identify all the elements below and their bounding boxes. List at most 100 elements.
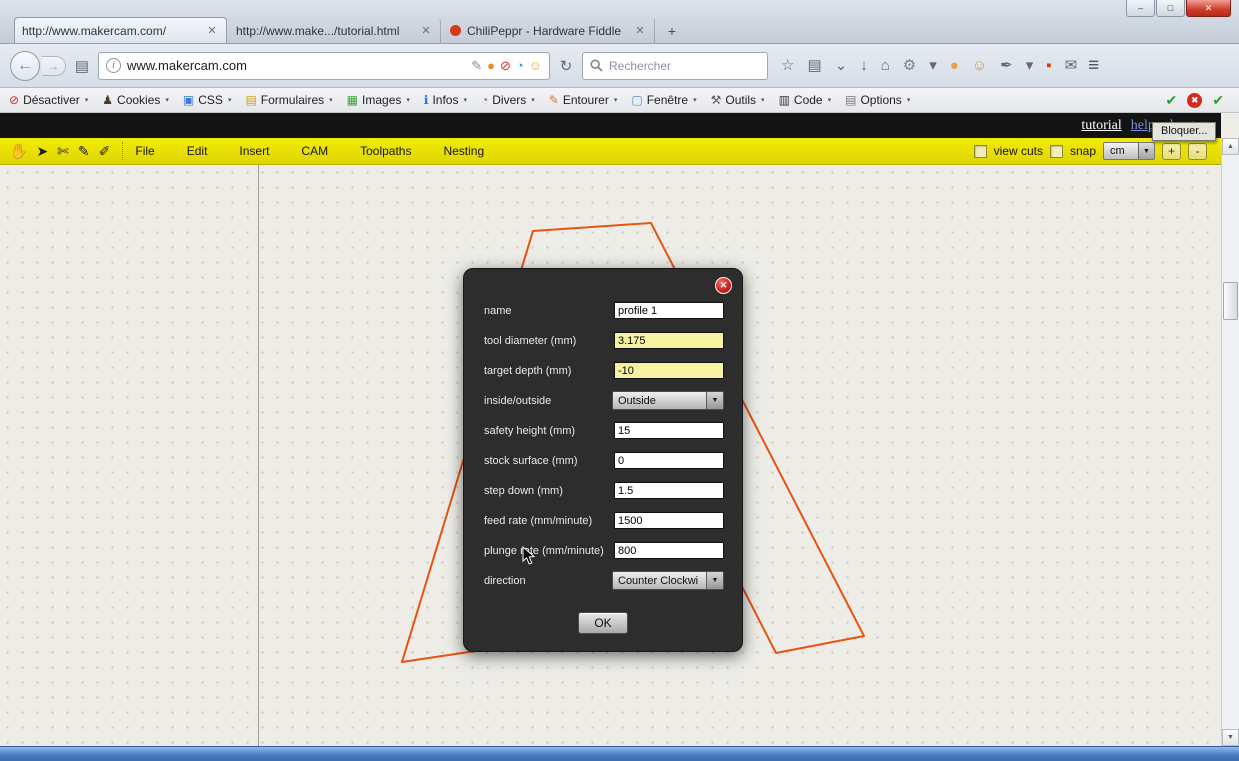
addon-teal-swirl-icon[interactable]: ◔ — [516, 59, 524, 72]
tab-close-icon[interactable]: ✕ — [205, 24, 219, 38]
bookmark-star-icon[interactable]: ☆ — [781, 58, 794, 73]
zoom-out-button[interactable]: - — [1188, 143, 1207, 160]
field-input-feed-rate-mm-minute-[interactable] — [614, 512, 724, 529]
ok-button[interactable]: OK — [578, 612, 628, 634]
dev-menu-entourer[interactable]: ✎Entourer — [549, 93, 618, 107]
field-input-safety-height-mm-[interactable] — [614, 422, 724, 439]
menu-cam[interactable]: CAM — [301, 144, 328, 158]
blocker-tooltip[interactable]: Bloquer... — [1152, 122, 1216, 141]
browser-tab[interactable]: ChiliPeppr - Hardware Fiddle✕ — [442, 17, 655, 43]
menu-file[interactable]: File — [135, 144, 154, 158]
dev-menu-fenêtre[interactable]: ▢Fenêtre — [631, 93, 696, 107]
downloads-icon[interactable]: ↓ — [860, 58, 868, 73]
field-input-tool-diameter-mm-[interactable] — [614, 332, 724, 349]
addon-red-square-icon[interactable]: ▪ — [1046, 58, 1051, 73]
menu-nesting[interactable]: Nesting — [443, 144, 484, 158]
toolbar-icons: ☆ ▤ ⌄ ↓ ⌂ ⚙ ▾ ● ☺ ✒ ▾ ▪ ✉ — [781, 58, 1081, 73]
scroll-up-icon[interactable]: ▲ — [1222, 138, 1239, 155]
dropdown-caret2-icon[interactable]: ▾ — [1026, 58, 1034, 73]
drawing-canvas[interactable]: ✕ nametool diameter (mm)target depth (mm… — [0, 165, 1221, 746]
menu-toolpaths[interactable]: Toolpaths — [360, 144, 411, 158]
addon-smiley-icon[interactable]: ☺ — [529, 59, 542, 72]
cut-tool-icon[interactable]: ✄ — [57, 144, 69, 158]
dev-menu-désactiver[interactable]: ⊘Désactiver — [9, 93, 88, 107]
dialog-row: tool diameter (mm) — [484, 330, 724, 351]
field-select-direction[interactable]: Counter Clockwi▼ — [612, 571, 724, 590]
disable-icon: ⊘ — [9, 94, 19, 106]
mail-icon[interactable]: ✉ — [1065, 58, 1078, 73]
site-info-icon[interactable]: i — [106, 58, 121, 73]
dev-menu-formulaires[interactable]: ▤Formulaires — [245, 93, 332, 107]
vertical-scrollbar[interactable]: ▲ ▼ — [1221, 138, 1239, 746]
forward-button[interactable]: → — [42, 56, 66, 76]
dev-menu-code[interactable]: ▥Code — [779, 93, 832, 107]
dropdown-caret-icon[interactable]: ▾ — [929, 58, 937, 73]
pocket-icon[interactable]: ⌄ — [835, 58, 848, 73]
snap-checkbox[interactable] — [1050, 145, 1063, 158]
site-link-tutorial[interactable]: tutorial — [1081, 118, 1121, 134]
home-icon[interactable]: ⌂ — [881, 58, 890, 73]
field-input-step-down-mm-[interactable] — [614, 482, 724, 499]
pan-hand-tool-icon[interactable]: ✋ — [10, 144, 27, 158]
dev-menu-divers[interactable]: ◔Divers — [481, 93, 535, 107]
edit-pageaction-icon[interactable]: ✎ — [471, 59, 482, 72]
webdeveloper-menus: ⊘Désactiver ♟Cookies ▣CSS ▤Formulaires ▦Imag… — [9, 93, 910, 107]
addon-orange-circle-icon[interactable]: ● — [950, 58, 959, 73]
validation-status-icons: ✔ ✖ ✔ — [1166, 92, 1230, 109]
addon-orange-dot-icon[interactable]: ● — [487, 59, 495, 72]
view-cuts-checkbox[interactable] — [974, 145, 987, 158]
menu-insert[interactable]: Insert — [239, 144, 269, 158]
dialog-close-button[interactable]: ✕ — [715, 277, 732, 294]
dev-menu-outils[interactable]: ⚒Outils — [711, 93, 765, 107]
menu-edit[interactable]: Edit — [187, 144, 208, 158]
field-input-target-depth-mm-[interactable] — [614, 362, 724, 379]
adblock-icon[interactable]: ⊘ — [500, 59, 511, 72]
misc-icon: ◔ — [481, 94, 488, 106]
field-select-inside-outside[interactable]: Outside▼ — [612, 391, 724, 410]
minimize-button[interactable]: – — [1126, 0, 1155, 17]
valid-check-icon[interactable]: ✔ — [1166, 92, 1178, 109]
field-input-plunge-rate-mm-minute-[interactable] — [614, 542, 724, 559]
new-tab-button[interactable]: + — [659, 21, 685, 41]
node-edit-tool-icon[interactable]: ✐ — [99, 144, 111, 158]
maximize-button[interactable]: □ — [1156, 0, 1185, 17]
tab-close-icon[interactable]: ✕ — [633, 24, 647, 38]
dev-menu-cookies[interactable]: ♟Cookies — [102, 93, 169, 107]
close-window-button[interactable]: ✕ — [1186, 0, 1231, 17]
dev-menu-css[interactable]: ▣CSS — [183, 93, 232, 107]
reload-icon[interactable]: ↻ — [557, 57, 575, 75]
page-actions-icon[interactable]: ▤ — [73, 57, 91, 75]
dev-menu-images[interactable]: ▦Images — [347, 93, 410, 107]
url-text[interactable]: www.makercam.com — [127, 58, 465, 73]
tab-close-icon[interactable]: ✕ — [419, 24, 433, 38]
window-controls: – □ ✕ — [1125, 0, 1231, 17]
url-bar[interactable]: i www.makercam.com ✎ ● ⊘ ◔ ☺ — [98, 52, 550, 80]
zoom-in-button[interactable]: + — [1162, 143, 1181, 160]
browser-tab[interactable]: http://www.make.../tutorial.html✕ — [228, 17, 441, 43]
field-label: stock surface (mm) — [484, 455, 614, 467]
select-arrow-tool-icon[interactable]: ➤ — [36, 144, 48, 158]
options-icon: ▤ — [845, 94, 856, 106]
dialog-row: directionCounter Clockwi▼ — [484, 570, 724, 591]
reading-list-icon[interactable]: ▤ — [807, 58, 821, 73]
field-input-stock-surface-mm-[interactable] — [614, 452, 724, 469]
eyedropper-icon[interactable]: ✒ — [1000, 58, 1013, 73]
field-input-name[interactable] — [614, 302, 724, 319]
units-dropdown[interactable]: cm ▼ — [1103, 142, 1155, 160]
smiley-addon-icon[interactable]: ☺ — [972, 58, 987, 73]
addon-gear-icon[interactable]: ⚙ — [903, 58, 916, 73]
search-bar[interactable]: Rechercher — [582, 52, 768, 80]
back-button[interactable]: ← — [10, 51, 40, 81]
scroll-down-icon[interactable]: ▼ — [1222, 729, 1239, 746]
pen-tool-icon[interactable]: ✎ — [78, 144, 90, 158]
dialog-row: safety height (mm) — [484, 420, 724, 441]
menu-hamburger-icon[interactable]: ≡ — [1088, 55, 1099, 77]
dev-menu-label: Images — [362, 93, 401, 107]
units-caret-icon: ▼ — [1138, 143, 1154, 159]
dev-menu-options[interactable]: ▤Options — [845, 93, 910, 107]
error-count-icon[interactable]: ✖ — [1187, 93, 1202, 108]
browser-tab[interactable]: http://www.makercam.com/✕ — [14, 17, 227, 43]
scrollbar-thumb[interactable] — [1223, 282, 1238, 320]
dev-menu-infos[interactable]: ℹInfos — [424, 93, 467, 107]
valid-check2-icon[interactable]: ✔ — [1212, 92, 1224, 109]
